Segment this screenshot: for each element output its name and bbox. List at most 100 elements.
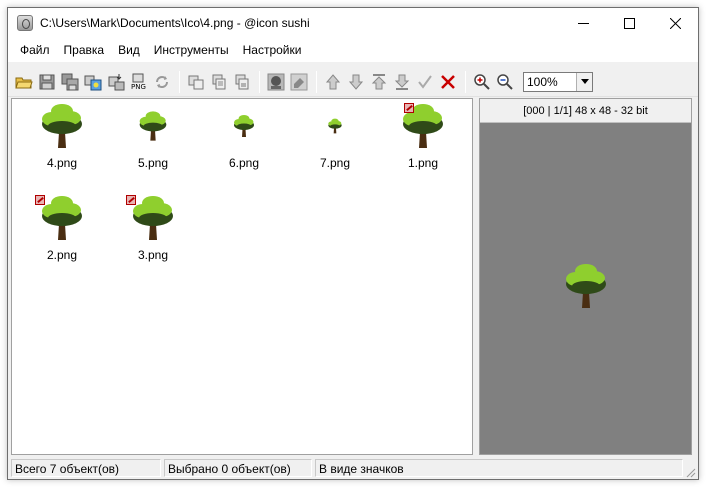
save-button[interactable] [36, 71, 58, 93]
save-all-button[interactable] [59, 71, 81, 93]
icon-label: 4.png [46, 156, 78, 170]
move-bottom-button[interactable] [391, 71, 413, 93]
refresh-icon [156, 75, 168, 88]
move-top-button[interactable] [368, 71, 390, 93]
toolbar: PNG 100% [8, 67, 698, 97]
copy-3-icon [235, 74, 249, 89]
icon-label: 3.png [137, 248, 169, 262]
copy-2-icon [212, 74, 226, 89]
erase-icon [290, 73, 308, 90]
menu-tools[interactable]: Инструменты [147, 40, 236, 60]
tree-icon [42, 104, 82, 148]
mask-button[interactable] [265, 71, 287, 93]
minimize-button[interactable] [560, 8, 606, 38]
convert-button[interactable] [82, 71, 104, 93]
icon-item[interactable]: 7.png [290, 101, 380, 187]
icon-thumbnail [290, 101, 380, 151]
warning-badge-icon [35, 195, 45, 205]
copy-icon [188, 75, 204, 89]
icon-thumbnail [17, 101, 107, 151]
move-bottom-icon [394, 74, 410, 90]
icon-thumbnail [108, 193, 198, 243]
status-total: Всего 7 объект(ов) [11, 459, 161, 477]
toolbar-separator [259, 70, 260, 93]
window-title: C:\Users\Mark\Documents\Ico\4.png - @ico… [40, 16, 310, 30]
status-selected: Выбрано 0 объект(ов) [164, 459, 312, 477]
close-icon [669, 17, 681, 29]
png-button[interactable]: PNG [128, 71, 150, 93]
icon-label: 1.png [407, 156, 439, 170]
resize-grip-icon[interactable] [684, 466, 696, 478]
preview-info: [000 | 1/1] 48 x 48 - 32 bit [480, 99, 691, 123]
icon-item[interactable]: 1.png [378, 101, 468, 187]
save-icon [39, 74, 55, 89]
warning-badge-icon [126, 195, 136, 205]
icon-item[interactable]: 4.png [17, 101, 107, 187]
save-all-icon [61, 73, 79, 90]
svg-text:PNG: PNG [131, 83, 146, 91]
toolbar-separator [179, 70, 180, 93]
menu-edit[interactable]: Правка [57, 40, 112, 60]
preview-image [559, 259, 613, 313]
icon-label: 6.png [228, 156, 260, 170]
menu-file[interactable]: Файл [13, 40, 57, 60]
move-down-button[interactable] [345, 71, 367, 93]
status-bar: Всего 7 объект(ов) Выбрано 0 объект(ов) … [8, 456, 698, 480]
delete-button[interactable] [437, 71, 459, 93]
icon-thumbnail [378, 101, 468, 151]
copy-3-button[interactable] [231, 71, 253, 93]
zoom-select[interactable]: 100% [523, 71, 593, 92]
icon-item[interactable]: 5.png [108, 101, 198, 187]
zoom-out-button[interactable] [494, 71, 516, 93]
copy-button[interactable] [185, 71, 207, 93]
menu-settings[interactable]: Настройки [236, 40, 309, 60]
tree-icon [566, 264, 606, 308]
app-window: C:\Users\Mark\Documents\Ico\4.png - @ico… [7, 7, 699, 480]
icon-label: 7.png [319, 156, 351, 170]
move-up-button[interactable] [322, 71, 344, 93]
icon-thumbnail [108, 101, 198, 151]
window-controls [560, 8, 698, 38]
apply-button[interactable] [414, 71, 436, 93]
title-bar: C:\Users\Mark\Documents\Ico\4.png - @ico… [8, 8, 698, 38]
warning-badge-icon [404, 103, 414, 113]
zoom-out-icon [497, 73, 513, 90]
zoom-in-icon [474, 73, 490, 90]
tree-icon [234, 115, 254, 137]
icon-label: 2.png [46, 248, 78, 262]
open-button[interactable] [13, 71, 35, 93]
move-down-icon [348, 74, 364, 90]
maximize-icon [623, 17, 635, 29]
zoom-in-button[interactable] [471, 71, 493, 93]
tree-icon [133, 196, 173, 240]
refresh-button[interactable] [151, 71, 173, 93]
export-button[interactable] [105, 71, 127, 93]
main-content: 4.png 5.png 6.png 7.png 1.png 2.png 3.png [000… [11, 98, 696, 455]
maximize-button[interactable] [606, 8, 652, 38]
toolbar-separator [316, 70, 317, 93]
erase-button[interactable] [288, 71, 310, 93]
icon-item[interactable]: 6.png [199, 101, 289, 187]
menu-view[interactable]: Вид [111, 40, 147, 60]
status-view: В виде значков [315, 459, 683, 477]
copy-2-button[interactable] [208, 71, 230, 93]
chevron-down-icon[interactable] [576, 72, 592, 91]
move-up-icon [325, 73, 341, 89]
open-folder-icon [15, 77, 33, 88]
icon-thumbnail [17, 193, 107, 243]
check-icon [418, 74, 432, 89]
png-icon: PNG [131, 73, 146, 91]
convert-icon [84, 75, 102, 90]
mask-icon [267, 73, 285, 90]
icon-label: 5.png [137, 156, 169, 170]
toolbar-separator [465, 70, 466, 93]
app-icon [17, 15, 33, 31]
close-button[interactable] [652, 8, 698, 38]
icon-list-pane[interactable]: 4.png 5.png 6.png 7.png 1.png 2.png 3.png [11, 98, 473, 455]
delete-icon [441, 74, 455, 89]
icon-item[interactable]: 3.png [108, 193, 198, 279]
tree-icon [328, 118, 342, 134]
minimize-icon [577, 22, 589, 24]
icon-item[interactable]: 2.png [17, 193, 107, 279]
move-top-icon [371, 73, 387, 89]
